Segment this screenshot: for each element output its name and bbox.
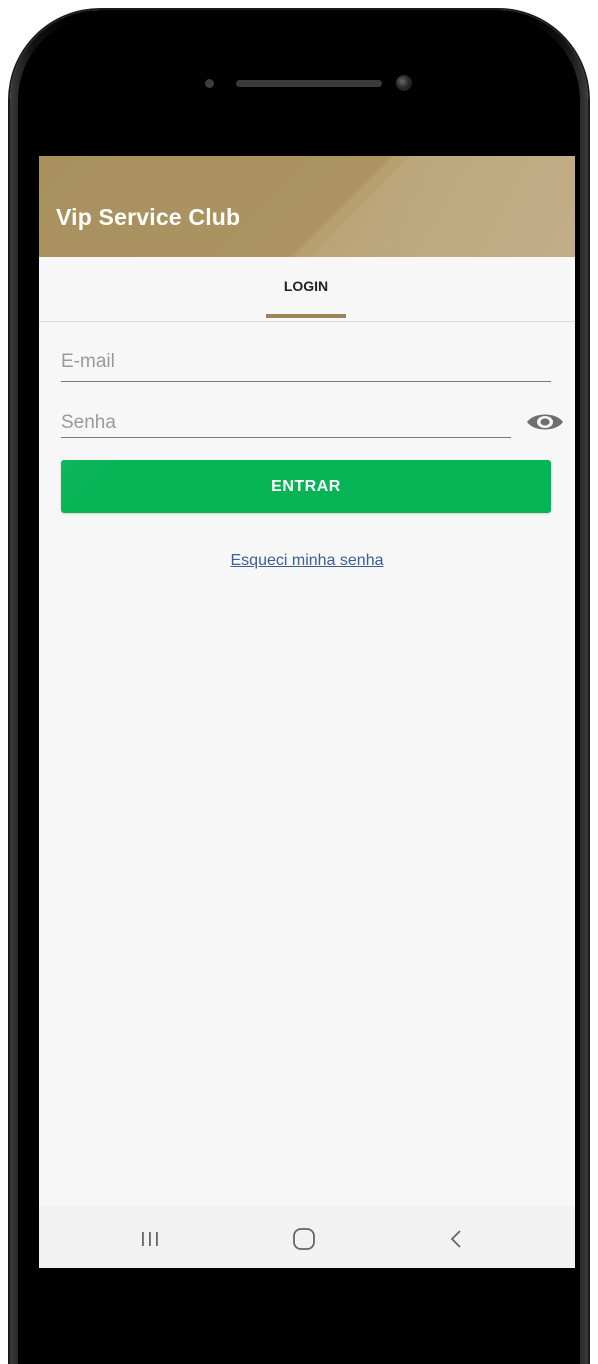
proximity-sensor (205, 79, 214, 88)
eye-icon[interactable] (526, 409, 564, 435)
app-title: Vip Service Club (56, 204, 241, 230)
eye-icon-glyph (527, 414, 563, 430)
tab-login[interactable]: LOGIN (256, 257, 356, 321)
back-button[interactable] (441, 1224, 471, 1254)
home-icon (293, 1228, 315, 1250)
email-field[interactable] (61, 347, 551, 377)
home-button[interactable] (289, 1224, 319, 1254)
app-bar-decoration (309, 156, 575, 257)
tab-login-label: LOGIN (283, 278, 329, 294)
tab-bar: LOGIN (39, 257, 575, 322)
back-icon (450, 1230, 461, 1248)
recents-icon (142, 1232, 158, 1246)
front-camera (396, 75, 412, 91)
password-field[interactable] (61, 408, 509, 438)
password-field-underline (61, 437, 511, 438)
forgot-password-link[interactable]: Esqueci minha senha (39, 552, 575, 570)
app-bar: Vip Service Club (39, 156, 575, 257)
recents-button[interactable] (136, 1224, 166, 1254)
earpiece-speaker (236, 80, 382, 87)
system-nav-bar (39, 1206, 575, 1268)
app-screen: Vip Service Club LOGIN ENTRAR Esqueci mi… (39, 156, 575, 1268)
enter-button[interactable]: ENTRAR (61, 460, 551, 513)
forgot-password-label[interactable]: Esqueci minha senha (231, 552, 384, 569)
email-field-underline (61, 381, 551, 382)
tab-selected-indicator (266, 314, 346, 318)
